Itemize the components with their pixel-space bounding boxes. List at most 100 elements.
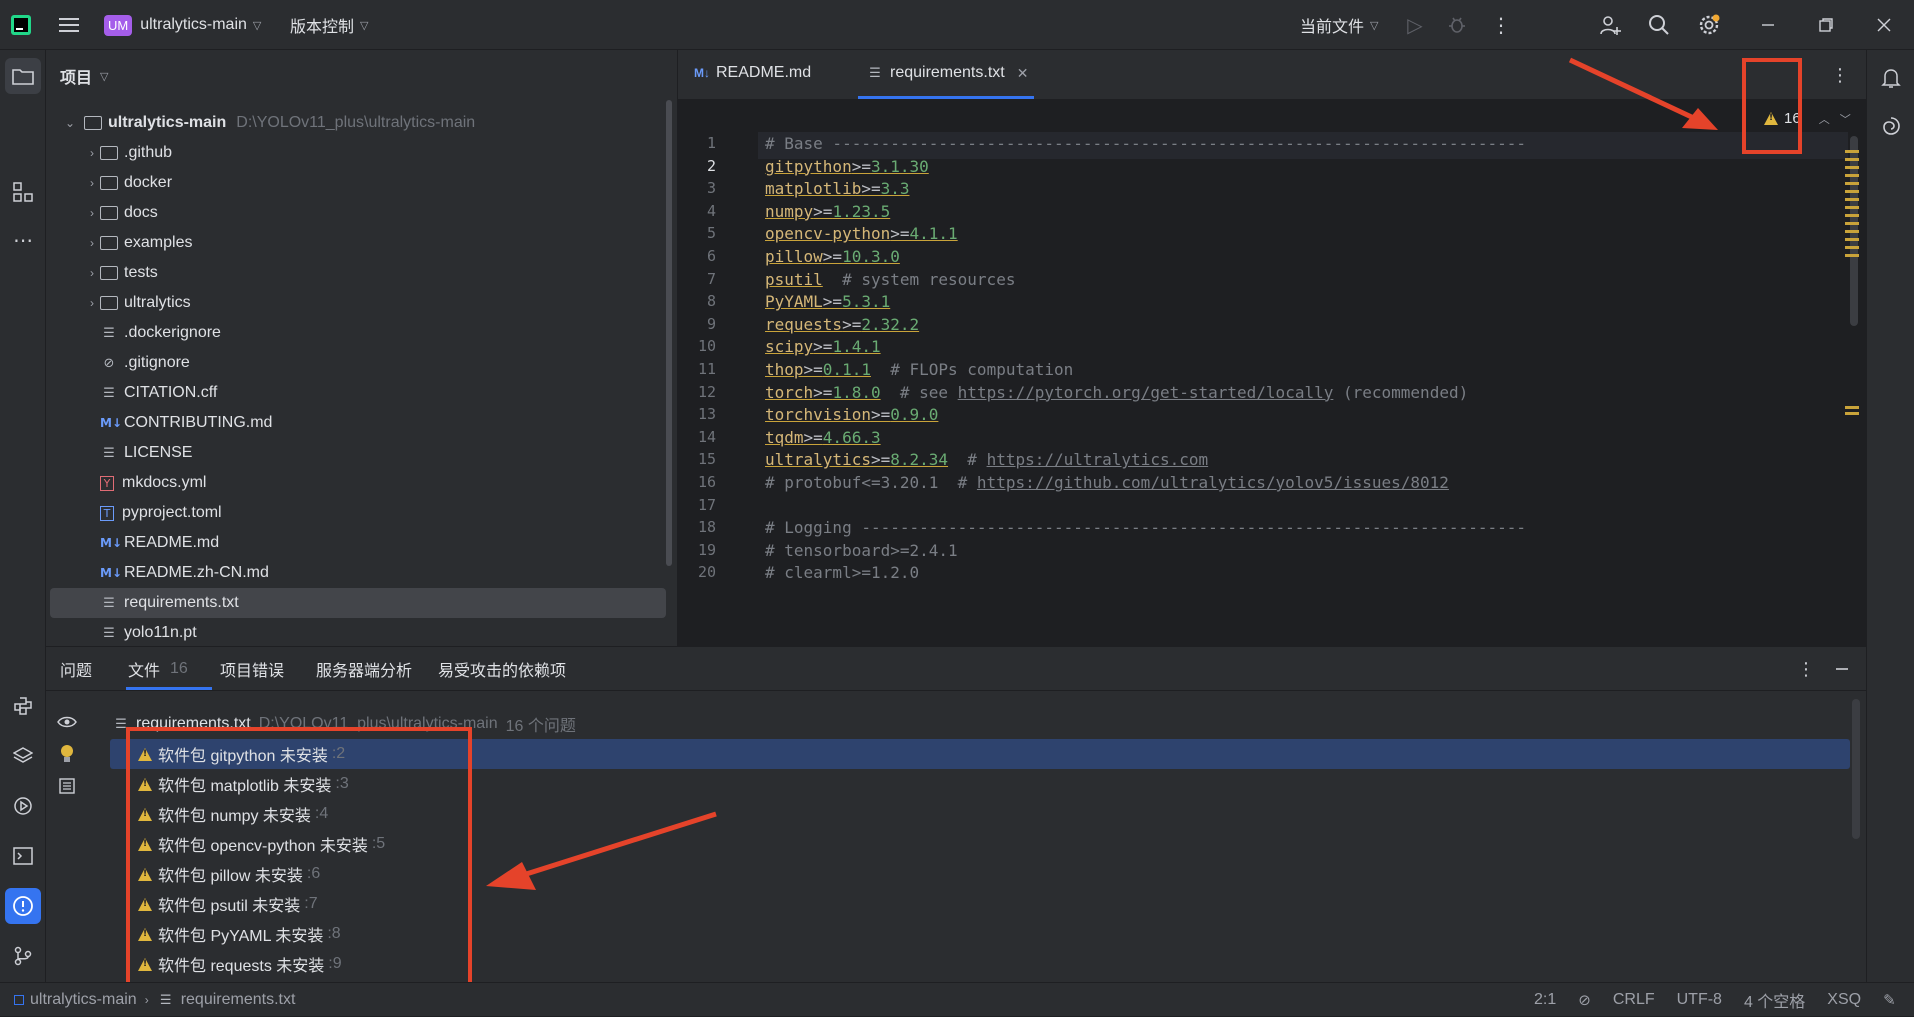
notifications-bell-icon[interactable] xyxy=(1873,60,1909,96)
chevron-right-icon[interactable]: › xyxy=(84,266,100,280)
user-label[interactable]: XSQ xyxy=(1827,991,1861,1009)
code-line: pillow>=10.3.0 xyxy=(765,247,900,266)
tree-item[interactable]: › tests xyxy=(50,258,666,288)
caret-position[interactable]: 2:1 xyxy=(1534,991,1556,1009)
tree-item[interactable]: › examples xyxy=(50,228,666,258)
restore-icon[interactable] xyxy=(1812,12,1840,38)
warning-marker[interactable] xyxy=(1845,222,1859,225)
chevron-up-icon[interactable]: ︿ xyxy=(1819,111,1830,127)
vcs-menu[interactable]: 版本控制 ▽ xyxy=(290,0,368,50)
code-area[interactable]: 1 # Base --------------------------------… xyxy=(678,102,1838,646)
project-switcher[interactable]: UM ultralytics-main ▽ xyxy=(104,0,261,50)
project-panel-header[interactable]: 项目 ▽ xyxy=(60,64,108,88)
code-link[interactable]: https://pytorch.org/get-started/locally xyxy=(958,383,1334,402)
run-config-selector[interactable]: 当前文件 ▽ xyxy=(1300,0,1378,50)
tree-item[interactable]: M↓ CONTRIBUTING.md xyxy=(50,408,666,438)
warning-marker[interactable] xyxy=(1845,238,1859,241)
warning-marker[interactable] xyxy=(1845,254,1859,257)
warning-marker[interactable] xyxy=(1845,412,1859,415)
warning-marker[interactable] xyxy=(1845,406,1859,409)
eye-icon[interactable] xyxy=(54,709,80,735)
debug-icon[interactable] xyxy=(1444,12,1470,38)
tab-requirements[interactable]: ☰ requirements.txt ✕ xyxy=(866,50,1028,96)
close-tab-icon[interactable]: ✕ xyxy=(1017,65,1029,82)
warning-marker[interactable] xyxy=(1845,206,1859,209)
git-branch-icon[interactable] xyxy=(5,938,41,974)
warning-marker[interactable] xyxy=(1845,182,1859,185)
ai-assistant-icon[interactable] xyxy=(1873,108,1909,144)
warning-marker[interactable] xyxy=(1845,190,1859,193)
line-separator[interactable]: CRLF xyxy=(1613,991,1655,1009)
annotation-arrow-top xyxy=(1568,57,1718,130)
tree-item[interactable]: Ymkdocs.yml xyxy=(50,468,666,498)
chevron-down-icon[interactable]: ﹀ xyxy=(1840,111,1851,127)
readonly-toggle-icon[interactable]: ⊘ xyxy=(1578,991,1591,1009)
structure-icon[interactable] xyxy=(5,174,41,210)
hide-panel-icon[interactable] xyxy=(1830,656,1854,682)
code-link[interactable]: https://github.com/ultralytics/yolov5/is… xyxy=(977,473,1449,492)
breadcrumb[interactable]: ultralytics-main › ☰ requirements.txt xyxy=(14,983,295,1017)
problems-icon[interactable] xyxy=(5,888,41,924)
tree-item[interactable]: ☰ CITATION.cff xyxy=(50,378,666,408)
services-icon[interactable] xyxy=(5,788,41,824)
package-name: pillow xyxy=(765,247,823,266)
chevron-right-icon[interactable]: › xyxy=(84,296,100,310)
settings-gear-icon[interactable] xyxy=(1694,10,1724,40)
tab-readme[interactable]: M↓ README.md xyxy=(694,50,811,96)
tab-project-errors[interactable]: 项目错误 xyxy=(220,647,284,691)
tree-item[interactable]: Tpyproject.toml xyxy=(50,498,666,528)
version-operator: >= xyxy=(813,382,833,402)
warning-marker[interactable] xyxy=(1845,198,1859,201)
minimize-icon[interactable] xyxy=(1754,12,1782,38)
warning-marker[interactable] xyxy=(1845,246,1859,249)
terminal-icon[interactable] xyxy=(5,838,41,874)
add-user-icon[interactable] xyxy=(1596,12,1624,38)
chevron-right-icon[interactable]: › xyxy=(84,146,100,160)
tree-root[interactable]: ⌄ ultralytics-main D:\YOLOv11_plus\ultra… xyxy=(62,108,666,138)
tree-item[interactable]: ☰ yolo11n.pt xyxy=(50,618,666,646)
project-folder-icon[interactable] xyxy=(5,58,41,94)
tree-item[interactable]: M↓ README.zh-CN.md xyxy=(50,558,666,588)
chevron-right-icon[interactable]: › xyxy=(84,176,100,190)
warning-marker[interactable] xyxy=(1845,150,1859,153)
file-encoding[interactable]: UTF-8 xyxy=(1677,991,1722,1009)
tree-item[interactable]: › docker xyxy=(50,168,666,198)
tree-item[interactable]: ☰ requirements.txt xyxy=(50,588,666,618)
warning-marker[interactable] xyxy=(1845,174,1859,177)
project-scrollbar[interactable] xyxy=(666,100,672,566)
chevron-right-icon[interactable]: › xyxy=(84,206,100,220)
more-tools-icon[interactable]: ⋯ xyxy=(5,222,41,258)
tab-server-analysis[interactable]: 服务器端分析 xyxy=(316,647,412,691)
tree-item[interactable]: › .github xyxy=(50,138,666,168)
app-logo-icon[interactable] xyxy=(8,12,34,38)
tree-item[interactable]: ☰ LICENSE xyxy=(50,438,666,468)
search-icon[interactable] xyxy=(1645,12,1673,38)
tree-item[interactable]: M↓ README.md xyxy=(50,528,666,558)
run-icon[interactable]: ▷ xyxy=(1402,12,1428,38)
warning-marker[interactable] xyxy=(1845,230,1859,233)
main-menu-icon[interactable] xyxy=(56,12,82,38)
tree-item[interactable]: › docs xyxy=(50,198,666,228)
project-tree: ⌄ ultralytics-main D:\YOLOv11_plus\ultra… xyxy=(50,108,666,646)
tree-item[interactable]: ⊘ .gitignore xyxy=(50,348,666,378)
warning-marker[interactable] xyxy=(1845,214,1859,217)
problems-scrollbar[interactable] xyxy=(1852,699,1860,839)
tab-options-icon[interactable]: ⋮ xyxy=(1828,62,1852,88)
tab-file[interactable]: 文件 16 xyxy=(128,647,188,691)
tree-item[interactable]: › ultralytics xyxy=(50,288,666,318)
python-console-icon[interactable] xyxy=(5,688,41,724)
md-file-icon: M↓ xyxy=(100,566,122,580)
layers-icon[interactable] xyxy=(5,738,41,774)
indent-setting[interactable]: 4 个空格 xyxy=(1744,988,1805,1012)
warning-marker[interactable] xyxy=(1845,166,1859,169)
chevron-right-icon[interactable]: › xyxy=(84,236,100,250)
tree-item-label: LICENSE xyxy=(124,444,193,461)
lock-icon[interactable]: ✎ xyxy=(1883,991,1896,1009)
code-link[interactable]: https://ultralytics.com xyxy=(987,450,1209,469)
tree-item[interactable]: ☰ .dockerignore xyxy=(50,318,666,348)
tab-vulnerable-deps[interactable]: 易受攻击的依赖项 xyxy=(438,647,566,691)
more-actions-icon[interactable]: ⋮ xyxy=(1488,12,1514,38)
close-window-icon[interactable] xyxy=(1870,12,1898,38)
panel-options-icon[interactable]: ⋮ xyxy=(1794,656,1818,682)
warning-marker[interactable] xyxy=(1845,158,1859,161)
